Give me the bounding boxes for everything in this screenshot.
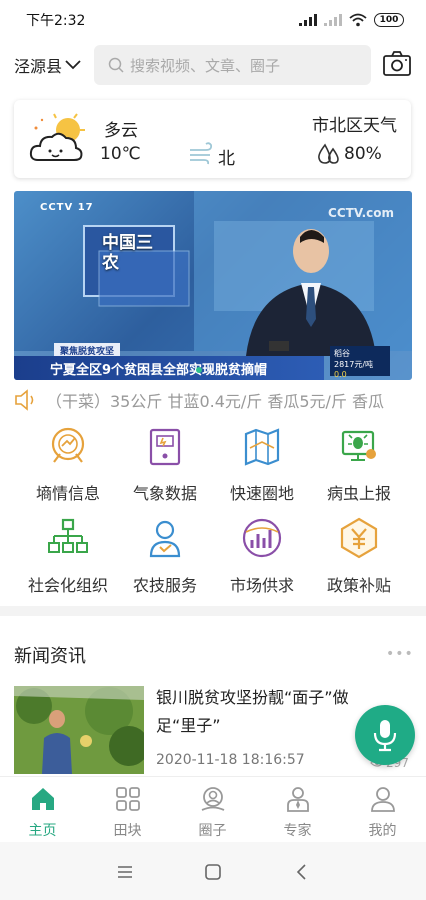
banner-program-title: 中国三农: [102, 233, 153, 273]
channel-logo: CCTV 17: [40, 202, 94, 213]
grid-item-weather-data[interactable]: 气象数据: [115, 424, 215, 504]
market-icon: [242, 518, 282, 558]
ticker-label: 稻谷: [334, 349, 350, 358]
wifi-icon: [349, 13, 367, 27]
home-icon: [31, 788, 54, 810]
grid-item-market[interactable]: 市场供求: [212, 516, 312, 596]
weather-city: 市北区天气: [312, 116, 397, 136]
grid-item-label: 快速圈地: [229, 484, 294, 503]
top-header: 泾源县 搜索视频、文章、圈子: [0, 40, 426, 90]
price-ticker: 稻谷 2817元/吨 0.0: [330, 346, 390, 379]
status-time: 下午2:32: [26, 13, 86, 29]
map-plot-icon: [244, 428, 280, 466]
grid-item-label: 气象数据: [132, 484, 197, 503]
signal-secondary-icon: [324, 14, 342, 26]
tab-label: 主页: [28, 823, 57, 839]
tab-profile[interactable]: 我的: [340, 777, 425, 843]
tab-label: 田块: [113, 823, 142, 839]
carousel-dot[interactable]: [207, 367, 213, 373]
news-thumbnail[interactable]: [14, 686, 144, 774]
battery-icon: 100: [374, 13, 404, 27]
grid-item-organization[interactable]: 社会化组织: [18, 516, 118, 596]
carousel-indicator: [196, 367, 213, 373]
tab-experts[interactable]: 专家: [255, 777, 340, 843]
expert-icon: [286, 787, 309, 812]
profile-icon: [370, 787, 395, 812]
field-grid-icon: [115, 787, 140, 811]
menu-icon[interactable]: [113, 860, 137, 884]
region-selector[interactable]: 泾源县: [14, 53, 82, 77]
community-icon: [201, 787, 224, 811]
tab-home[interactable]: 主页: [0, 777, 85, 843]
soil-moisture-icon: [51, 427, 85, 463]
news-banner-carousel[interactable]: CCTV 17 CCTV.com 中国三农 聚焦脱贫攻坚 宁夏全区9个贫困县全部…: [14, 191, 412, 380]
grid-item-label: 农技服务: [132, 576, 197, 595]
search-input[interactable]: 搜索视频、文章、圈子: [94, 45, 371, 85]
pest-report-icon: [341, 430, 376, 461]
tab-label: 专家: [283, 823, 312, 839]
subsidy-icon: [340, 517, 378, 559]
weather-data-icon: [149, 428, 181, 466]
signal-icon: [299, 14, 317, 26]
tab-community[interactable]: 圈子: [170, 777, 255, 843]
wind-direction: 北: [218, 149, 235, 169]
tab-fields[interactable]: 田块: [85, 777, 170, 843]
section-divider: [0, 606, 426, 616]
search-placeholder: 搜索视频、文章、圈子: [130, 56, 281, 75]
weather-temperature: 10℃: [100, 144, 141, 164]
grid-item-label: 市场供求: [229, 576, 294, 595]
grid-item-subsidy[interactable]: 政策补贴: [309, 516, 409, 596]
status-bar: 下午2:32 100: [0, 0, 426, 40]
home-nav-icon[interactable]: [201, 860, 225, 884]
humidity-value: 80%: [344, 144, 382, 164]
chevron-down-icon: [65, 60, 81, 70]
news-section-title: 新闻资讯: [14, 646, 86, 667]
weather-condition: 多云: [104, 121, 138, 141]
weather-card[interactable]: 多云 10℃ 北 市北区天气 80%: [14, 100, 411, 178]
organization-icon: [48, 518, 88, 553]
ticker-change: 0.0: [334, 370, 347, 379]
news-item-title[interactable]: 银川脱贫攻坚扮靓“面子”做足“里子”: [156, 684, 386, 740]
speaker-icon: [15, 389, 34, 411]
grid-item-pest-report[interactable]: 病虫上报: [309, 424, 409, 504]
agri-service-icon: [149, 520, 181, 558]
back-icon[interactable]: [290, 860, 314, 884]
grid-item-soil-moisture[interactable]: 墒情信息: [18, 424, 118, 504]
news-item-date: 2020-11-18 18:16:57: [156, 752, 305, 768]
tab-label: 圈子: [198, 823, 227, 839]
news-thumbnail-image: [14, 686, 144, 774]
grid-item-label: 墒情信息: [35, 484, 100, 503]
grid-item-label: 政策补贴: [326, 576, 391, 595]
microphone-icon: [373, 720, 397, 752]
grid-item-label: 病虫上报: [326, 484, 391, 503]
grid-item-agri-service[interactable]: 农技服务: [115, 516, 215, 596]
more-icon[interactable]: •••: [386, 646, 414, 662]
humidity-icon: [318, 143, 339, 164]
search-icon: [108, 57, 124, 73]
region-label: 泾源县: [14, 57, 63, 76]
status-indicators: 100: [299, 13, 404, 27]
wind-icon: [190, 142, 213, 165]
ticker-price: 2817元/吨: [334, 360, 374, 369]
notice-text: （干菜）35公斤 甘蓝0.4元/斤 香瓜5元/斤 香瓜: [46, 392, 385, 411]
camera-icon[interactable]: [382, 49, 412, 79]
carousel-dot[interactable]: [196, 367, 202, 373]
voice-input-button[interactable]: [355, 705, 415, 765]
grid-item-label: 社会化组织: [27, 576, 108, 595]
tab-label: 我的: [368, 823, 397, 839]
price-notice-marquee[interactable]: （干菜）35公斤 甘蓝0.4元/斤 香瓜5元/斤 香瓜: [14, 384, 412, 416]
partly-cloudy-icon: [29, 113, 85, 161]
system-nav-bar: [0, 842, 426, 900]
banner-tag: 聚焦脱贫攻坚: [54, 343, 121, 357]
banner-headline: 宁夏全区9个贫困县全部实现脱贫摘帽: [14, 356, 324, 380]
bottom-tab-bar: 主页 田块 圈子 专家 我的: [0, 776, 426, 842]
grid-item-map-plot[interactable]: 快速圈地: [212, 424, 312, 504]
battery-level: 100: [379, 15, 399, 25]
site-logo: CCTV.com: [328, 206, 394, 220]
